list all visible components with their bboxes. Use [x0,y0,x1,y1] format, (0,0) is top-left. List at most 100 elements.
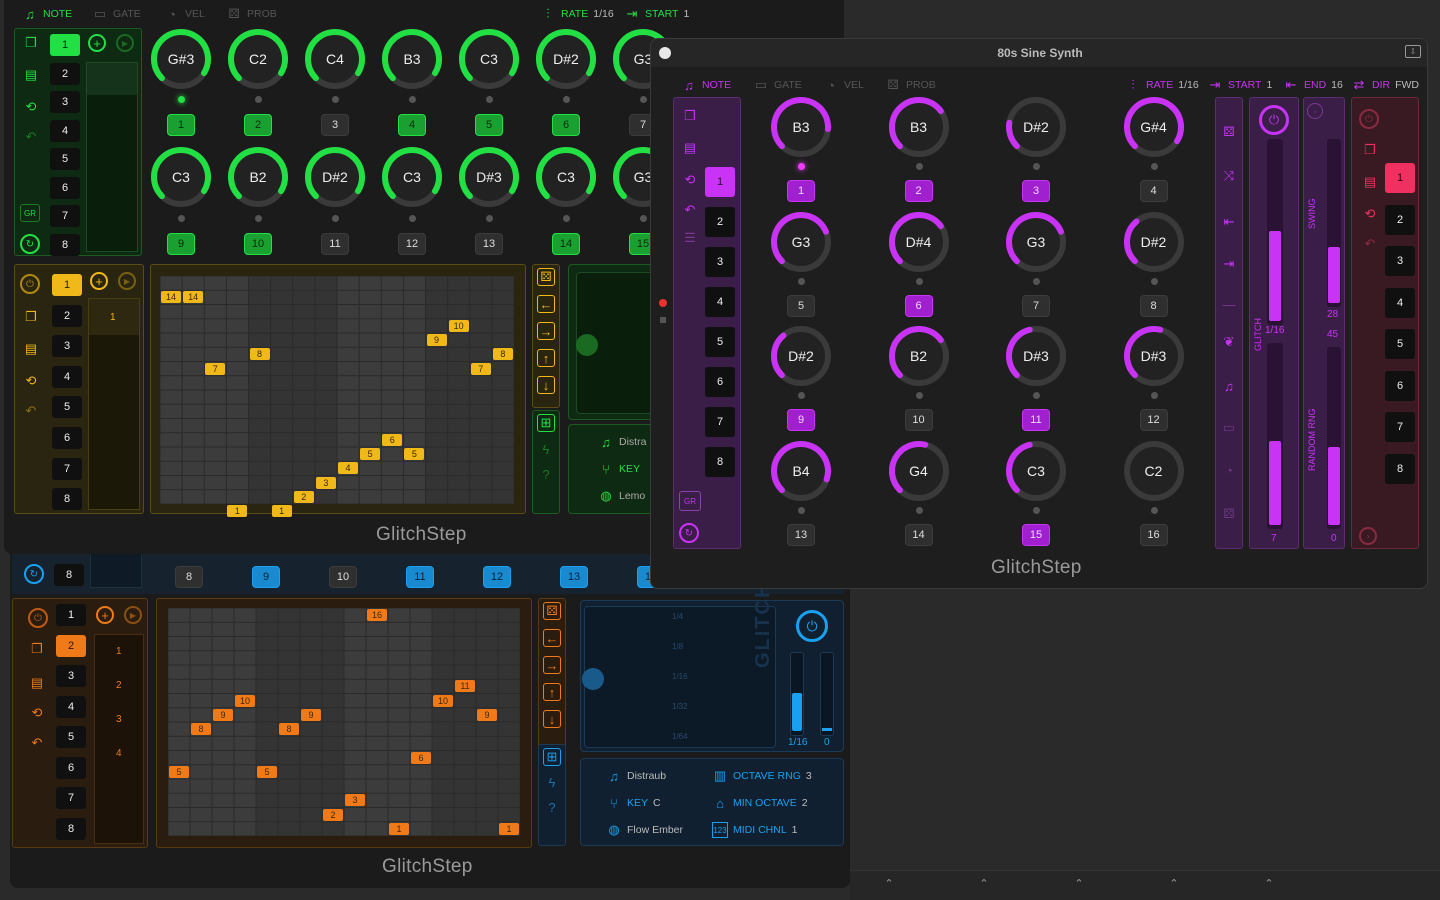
orange-side-button[interactable]: 5 [56,726,86,748]
orange-top-side-8[interactable]: 8 [54,564,84,586]
purple-paste-icon[interactable]: ▤ [681,139,699,157]
purple-knob-16[interactable]: C2 [1123,440,1185,502]
orange-power-icon[interactable]: ⏻ [28,608,48,628]
green-tab-note[interactable]: ♫ NOTE [22,6,72,22]
blue-step-button[interactable]: 10 [329,566,357,588]
purple-undo-icon[interactable]: ↶ [681,201,699,219]
purple-knob-14[interactable]: G4 [888,440,950,502]
info-midi-channel[interactable]: 123 MIDI CHNL 1 [712,822,798,838]
orange-shift-left-icon[interactable]: ← [543,629,561,647]
yellow-side-button[interactable]: 2 [52,304,82,327]
yellow-dice-icon[interactable]: ⚄ [537,268,555,286]
green-knob-10[interactable]: B2 [227,146,289,208]
purple-step-button[interactable]: 3 [1022,180,1050,202]
green-side-button[interactable]: 2 [50,62,80,85]
orange-note-grid[interactable] [168,608,520,836]
purple-side-button[interactable]: 6 [705,367,735,397]
green-knob-6[interactable]: D#2 [535,28,597,90]
yellow-note[interactable]: 5 [404,448,425,460]
purple-knob-5[interactable]: G3 [770,211,832,273]
orange-note[interactable]: 6 [411,751,431,764]
purple-step-button[interactable]: 4 [1139,180,1168,202]
yellow-shift-up-icon[interactable]: ↑ [537,349,555,367]
green-step-button[interactable]: 10 [244,233,272,255]
yellow-shift-down-icon[interactable]: ↓ [537,376,555,394]
purple-step-button[interactable]: 11 [1022,409,1050,431]
yellow-note[interactable]: 5 [360,448,381,460]
orange-shift-right-icon[interactable]: → [543,656,561,674]
yellow-note[interactable]: 6 [382,433,403,446]
orange-loop-icon[interactable]: ↻ [24,564,44,584]
green-xy-handle[interactable] [576,334,598,356]
green-knob-12[interactable]: C3 [381,146,443,208]
purple-footprint-icon[interactable]: ❦ [1220,333,1238,351]
pink-side-button[interactable]: 8 [1385,453,1415,484]
purple-knob-6[interactable]: D#4 [888,211,950,273]
orange-note[interactable]: 8 [191,723,211,735]
green-side-button[interactable]: 3 [50,91,80,113]
yellow-note[interactable]: 7 [470,362,491,375]
purple-knob-13[interactable]: B4 [770,440,832,502]
green-step-button[interactable]: 12 [398,233,426,255]
green-knob-1[interactable]: G#3 [150,28,212,90]
pink-side-button[interactable]: 7 [1385,412,1415,442]
orange-note[interactable]: 5 [169,765,189,778]
yellow-reset-icon[interactable]: ⟲ [22,372,40,390]
purple-notes-icon[interactable]: ♫ [1220,377,1238,395]
info-scale[interactable]: ♫ Distraub [606,768,666,784]
purple-step-button[interactable]: 15 [1022,523,1050,546]
green-step-button[interactable]: 6 [552,114,580,136]
host-disclosure-icon[interactable]: ⌃ [1167,876,1181,890]
orange-note[interactable]: 11 [455,680,475,693]
yellow-undo-icon[interactable]: ↶ [22,402,40,420]
purple-velocity-tool-icon[interactable]: ◔ [1220,461,1238,479]
green-side-button[interactable]: 1 [50,34,80,56]
yellow-side-button[interactable]: 4 [52,365,82,388]
purple-knob-3[interactable]: D#2 [1005,96,1067,158]
orange-note[interactable]: 8 [279,723,299,735]
info-preset[interactable]: ◍ Flow Ember [606,822,683,838]
green-rate[interactable]: ⫶ RATE 1/16 [540,6,613,22]
orange-note[interactable]: 2 [323,808,343,821]
orange-note[interactable]: 10 [235,694,255,707]
pink-paste-icon[interactable]: ▤ [1361,173,1379,191]
green-side-button[interactable]: 7 [50,205,80,227]
yellow-note[interactable]: 2 [293,490,314,503]
yellow-power-icon[interactable]: ⏻ [20,274,40,294]
green-knob-4[interactable]: B3 [381,28,443,90]
orange-side-button[interactable]: 2 [56,634,86,657]
yellow-copy-icon[interactable]: ❐ [22,308,40,326]
purple-step-button[interactable]: 2 [904,180,933,202]
green-knob-5[interactable]: C3 [458,28,520,90]
orange-play-icon[interactable]: ▶ [124,606,142,624]
purple-knob-1[interactable]: B3 [770,96,832,158]
orange-note[interactable]: 16 [367,609,387,621]
orange-side-button[interactable]: 3 [56,665,86,687]
orange-copy-icon[interactable]: ❐ [28,640,46,658]
purple-knob-4[interactable]: G#4 [1123,96,1185,158]
yellow-note[interactable]: 8 [492,348,513,361]
orange-note[interactable]: 5 [257,765,277,778]
purple-gate-tool-icon[interactable]: ▭ [1220,419,1238,437]
yellow-note[interactable]: 7 [205,362,226,375]
info-octave-rng[interactable]: ▥ OCTAVE RNG 3 [712,768,812,784]
pink-side-button[interactable]: 2 [1385,204,1415,235]
orange-side-button[interactable]: 8 [56,817,86,840]
yellow-note[interactable]: 9 [426,334,447,346]
pink-side-button[interactable]: 5 [1385,329,1415,359]
pink-next-icon[interactable]: › [1359,527,1377,545]
info-min-octave[interactable]: ⌂ MIN OCTAVE 2 [712,795,808,811]
blue-power-icon[interactable]: ⏻ [796,610,828,642]
blue-step-button[interactable]: 12 [483,566,511,588]
green-info-scale[interactable]: ♫ Distra [598,434,646,450]
green-side-button[interactable]: 6 [50,176,80,199]
green-paste-icon[interactable]: ▤ [22,66,40,84]
pink-side-button[interactable]: 6 [1385,370,1415,401]
purple-knob-8[interactable]: D#2 [1123,211,1185,273]
green-grid-icon[interactable]: ⊞ [537,414,555,432]
pink-copy-icon[interactable]: ❐ [1361,141,1379,159]
purple-side-button[interactable]: 3 [705,247,735,277]
green-step-button[interactable]: 9 [167,233,195,255]
green-undo-icon[interactable]: ↶ [22,128,40,146]
green-step-button[interactable]: 1 [167,114,195,136]
